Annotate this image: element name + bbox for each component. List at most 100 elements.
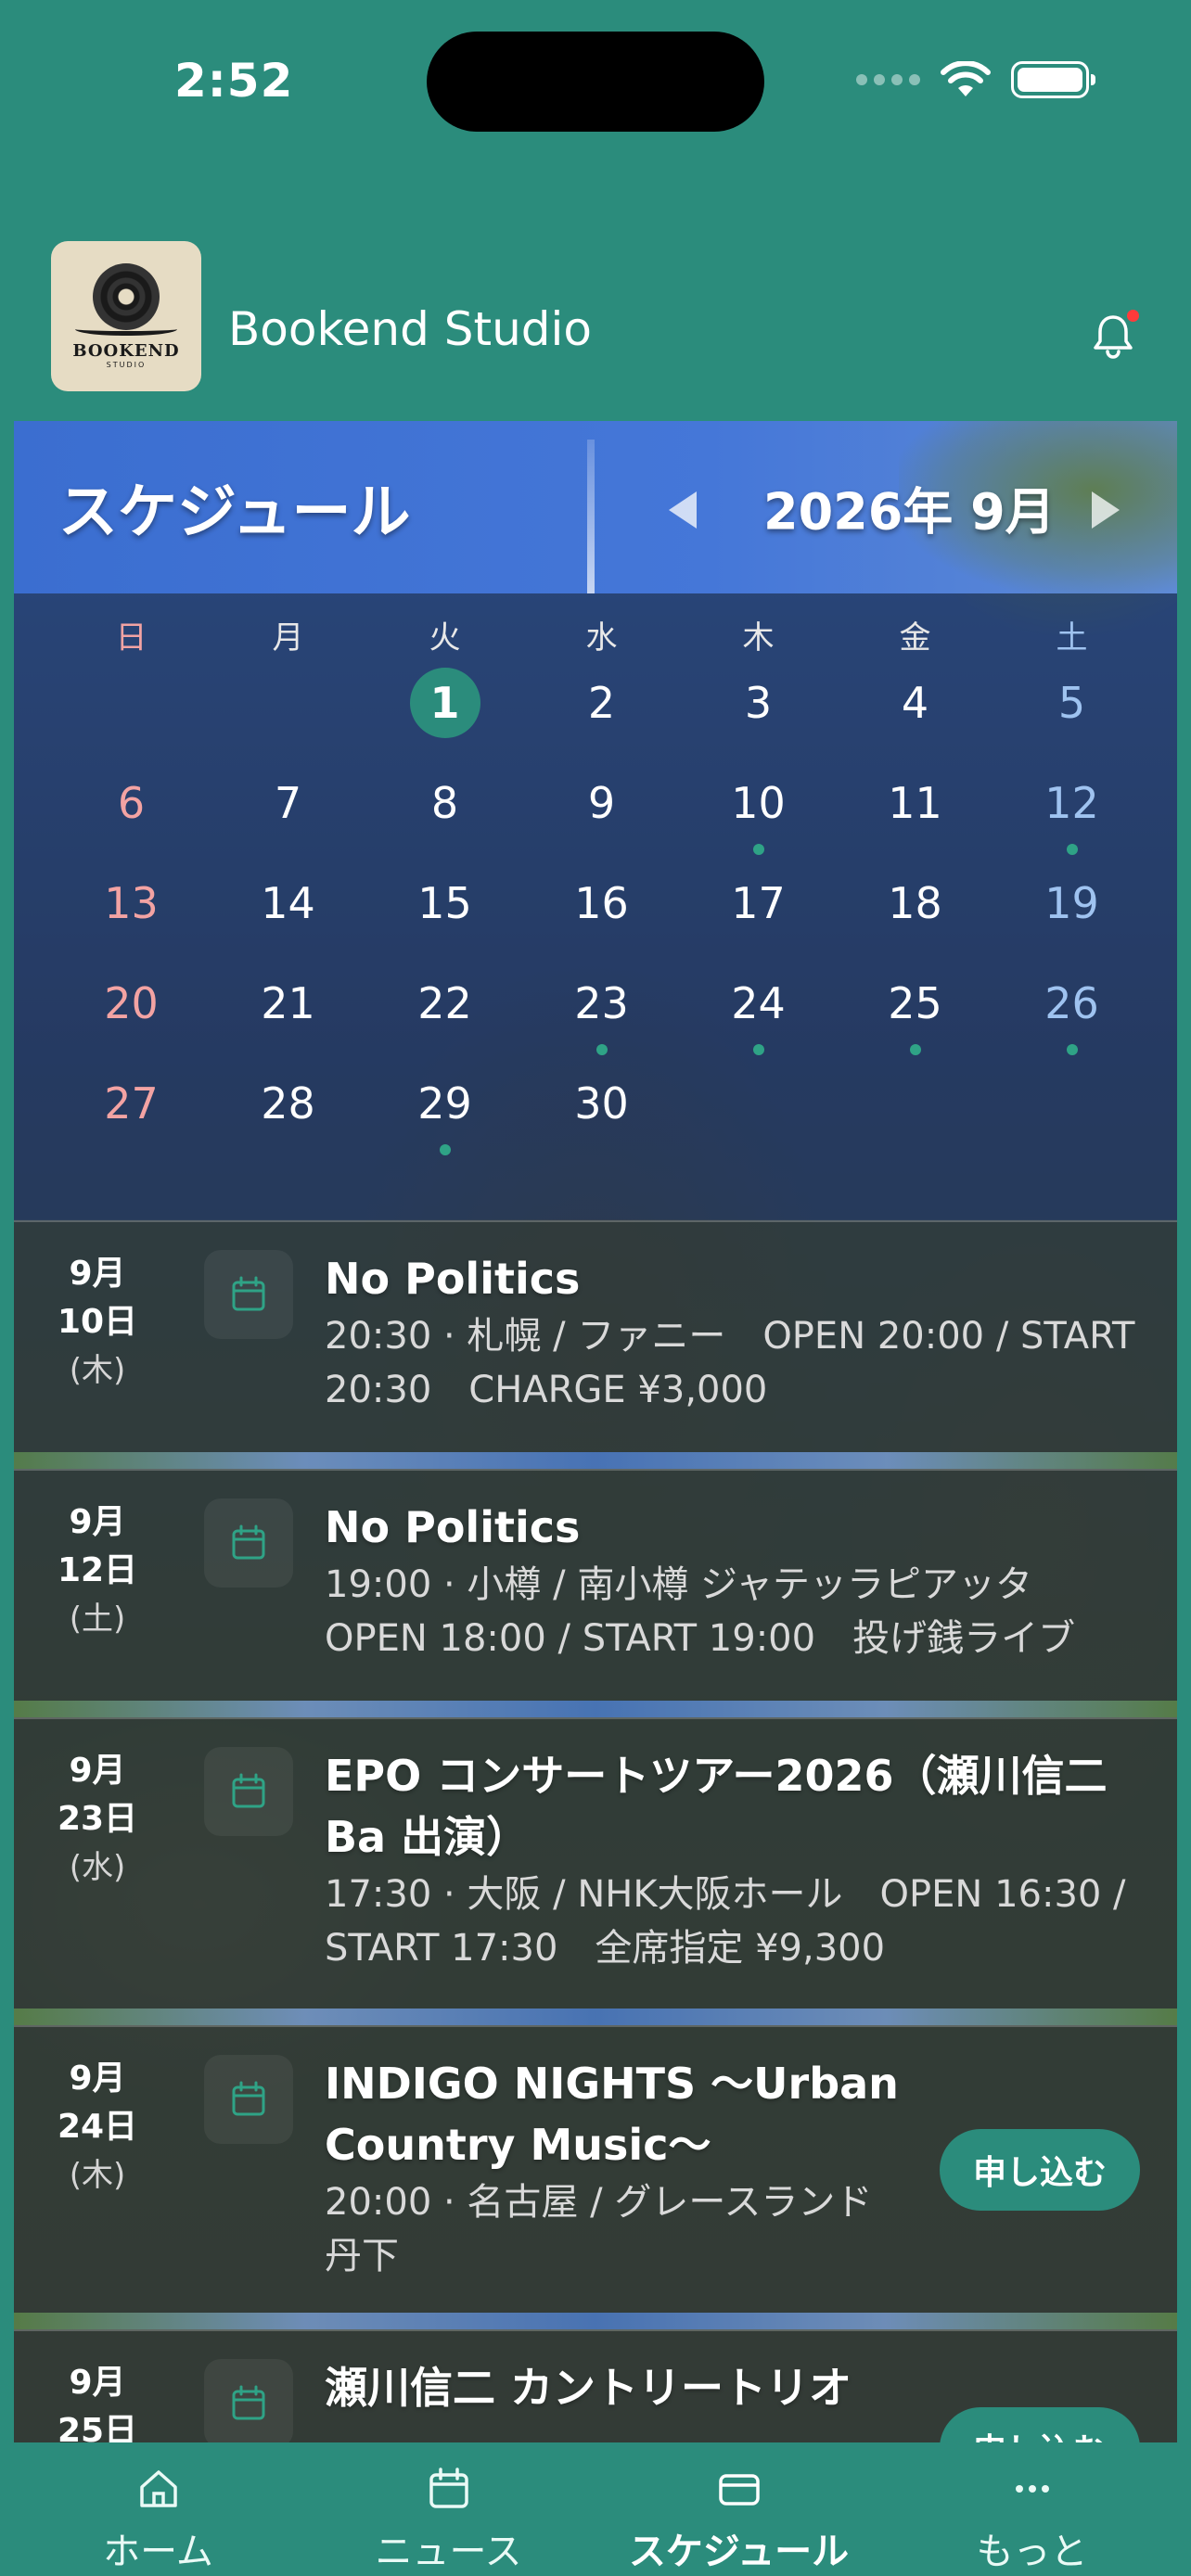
event-detail: 19:00 · 小樽 / 南小樽 ジャテッラピアッタ OPEN 18:00 / … bbox=[325, 1563, 1076, 1660]
calendar-icon bbox=[204, 2359, 293, 2442]
calendar-day[interactable]: 13 bbox=[53, 866, 210, 940]
next-month-button[interactable] bbox=[1092, 491, 1120, 529]
event-indicator-dot bbox=[439, 1144, 451, 1155]
tab-more-label: もっと bbox=[976, 2531, 1088, 2573]
calendar-day-number: 1 bbox=[409, 668, 480, 738]
event-date: 9月23日 (水) bbox=[51, 1747, 144, 1892]
calendar-day[interactable]: 15 bbox=[366, 866, 523, 940]
calendar-day[interactable]: 14 bbox=[210, 866, 366, 940]
month-calendar: 日月火水木金土 1 2 3 4 5 6 7 8 9 10 11 12 13 14 15 16 17 18 19 20 2… bbox=[14, 593, 1177, 1219]
calendar-day-number: 8 bbox=[430, 778, 459, 828]
calendar-day-number: 26 bbox=[1044, 978, 1099, 1028]
calendar-icon bbox=[204, 1747, 293, 1836]
calendar-day-number: 19 bbox=[1044, 878, 1099, 928]
event-date: 9月10日 (木) bbox=[51, 1250, 144, 1395]
calendar-icon bbox=[204, 1498, 293, 1588]
calendar-day[interactable]: 28 bbox=[210, 1066, 366, 1141]
weekday-label: 月 bbox=[272, 619, 304, 657]
calendar-day[interactable]: 2 bbox=[523, 666, 680, 740]
event-row[interactable]: 9月10日 (木) No Politics 20:30 · 札幌 / ファニー OPE… bbox=[14, 1220, 1177, 1452]
calendar-day-number: 3 bbox=[744, 678, 773, 728]
status-time: 2:52 bbox=[174, 54, 294, 108]
calendar-day[interactable]: 30 bbox=[523, 1066, 680, 1141]
tab-more[interactable]: もっと bbox=[883, 2442, 1181, 2576]
calendar-day-number: 22 bbox=[417, 978, 472, 1028]
calendar-day-number: 13 bbox=[104, 878, 159, 928]
event-date: 9月25日(金) bbox=[51, 2359, 144, 2442]
calendar-day[interactable]: 19 bbox=[993, 866, 1150, 940]
previous-month-button[interactable] bbox=[669, 491, 697, 529]
calendar-day[interactable]: 1 bbox=[366, 666, 523, 740]
tab-schedule[interactable]: スケジュール bbox=[590, 2442, 888, 2576]
event-date-text: 9月12日 bbox=[57, 1503, 138, 1589]
calendar-day[interactable]: 24 bbox=[680, 966, 837, 1040]
calendar-day[interactable]: 17 bbox=[680, 866, 837, 940]
event-date-text: 9月24日 bbox=[57, 2060, 138, 2146]
event-date: 9月24日 (木) bbox=[51, 2055, 144, 2200]
calendar-day-number: 16 bbox=[574, 878, 629, 928]
calendar-day-number: 20 bbox=[104, 978, 159, 1028]
schedule-title: スケジュール bbox=[58, 478, 411, 547]
weekday-label: 日 bbox=[115, 619, 147, 657]
tab-home[interactable]: ホーム bbox=[9, 2442, 307, 2576]
calendar-day-number: 28 bbox=[261, 1078, 315, 1129]
calendar-day[interactable]: 27 bbox=[53, 1066, 210, 1141]
calendar-day[interactable]: 9 bbox=[523, 766, 680, 840]
calendar-day-number: 15 bbox=[417, 878, 472, 928]
calendar-day[interactable]: 25 bbox=[837, 966, 993, 1040]
calendar-day[interactable]: 6 bbox=[53, 766, 210, 840]
calendar-day[interactable]: 20 bbox=[53, 966, 210, 1040]
calendar-day-number: 17 bbox=[731, 878, 786, 928]
apply-button[interactable]: 申し込む bbox=[940, 2407, 1140, 2442]
calendar-day-number: 2 bbox=[587, 678, 616, 728]
calendar-day[interactable]: 23 bbox=[523, 966, 680, 1040]
event-date-text: 9月23日 bbox=[57, 1752, 138, 1838]
calendar-icon bbox=[429, 2468, 468, 2508]
calendar-day[interactable]: 22 bbox=[366, 966, 523, 1040]
tab-news[interactable]: ニュース bbox=[300, 2442, 597, 2576]
calendar-day-number: 6 bbox=[117, 778, 146, 828]
event-row[interactable]: 9月25日(金) 瀬川信二 カントリートリオ申し込む bbox=[14, 2329, 1177, 2442]
battery-icon bbox=[1011, 61, 1095, 98]
event-date: 9月12日 (土) bbox=[51, 1498, 144, 1643]
event-title: EPO コンサートツアー2026（瀬川信二Ba 出演） bbox=[325, 1751, 1108, 1862]
calendar-day[interactable]: 21 bbox=[210, 966, 366, 1040]
event-row[interactable]: 9月12日 (土) No Politics 19:00 · 小樽 / 南小樽 ジャテッ… bbox=[14, 1469, 1177, 1701]
calendar-day[interactable]: 3 bbox=[680, 666, 837, 740]
apply-button[interactable]: 申し込む bbox=[940, 2129, 1140, 2211]
calendar-day[interactable]: 11 bbox=[837, 766, 993, 840]
calendar-day[interactable]: 4 bbox=[837, 666, 993, 740]
schedule-header: スケジュール 2026年 9月 bbox=[14, 421, 1177, 593]
calendar-day[interactable]: 12 bbox=[993, 766, 1150, 840]
calendar-day-number: 18 bbox=[888, 878, 942, 928]
logo-text: BOOKEND bbox=[72, 341, 180, 361]
tab-schedule-label: スケジュール bbox=[628, 2531, 850, 2573]
weekday-label: 火 bbox=[429, 619, 461, 657]
notification-bell-icon[interactable] bbox=[1087, 310, 1139, 362]
calendar-day-number: 4 bbox=[901, 678, 929, 728]
bookend-logo: BOOKEND STUDIO bbox=[51, 241, 201, 391]
event-title: No Politics bbox=[325, 1502, 581, 1552]
calendar-day[interactable]: 16 bbox=[523, 866, 680, 940]
more-icon bbox=[1015, 2485, 1049, 2493]
calendar-day[interactable]: 7 bbox=[210, 766, 366, 840]
event-separator bbox=[14, 1701, 1177, 1717]
calendar-day[interactable]: 8 bbox=[366, 766, 523, 840]
calendar-day-number: 29 bbox=[417, 1078, 472, 1129]
calendar-day[interactable]: 5 bbox=[993, 666, 1150, 740]
schedule-card: スケジュール 2026年 9月 日月火水木金土 1 2 3 4 5 6 7 8 9 10 11 12 1… bbox=[14, 421, 1177, 2442]
calendar-day-number: 27 bbox=[104, 1078, 159, 1129]
tab-home-label: ホーム bbox=[103, 2531, 213, 2573]
event-detail: 17:30 · 大阪 / NHK大阪ホール OPEN 16:30 / START… bbox=[325, 1873, 1126, 1970]
vinyl-record-icon bbox=[93, 263, 160, 330]
event-date-text: 9月25日 bbox=[57, 2364, 138, 2442]
calendar-day[interactable]: 18 bbox=[837, 866, 993, 940]
card-icon bbox=[718, 2474, 760, 2506]
weekday-label: 木 bbox=[742, 619, 775, 657]
calendar-day[interactable]: 29 bbox=[366, 1066, 523, 1141]
calendar-day[interactable]: 10 bbox=[680, 766, 837, 840]
event-row[interactable]: 9月24日 (木) INDIGO NIGHTS 〜Urban Country Mus… bbox=[14, 2025, 1177, 2313]
event-separator bbox=[14, 1452, 1177, 1469]
calendar-day[interactable]: 26 bbox=[993, 966, 1150, 1040]
event-row[interactable]: 9月23日 (水) EPO コンサートツアー2026（瀬川信二Ba 出演） 17:30… bbox=[14, 1717, 1177, 2009]
